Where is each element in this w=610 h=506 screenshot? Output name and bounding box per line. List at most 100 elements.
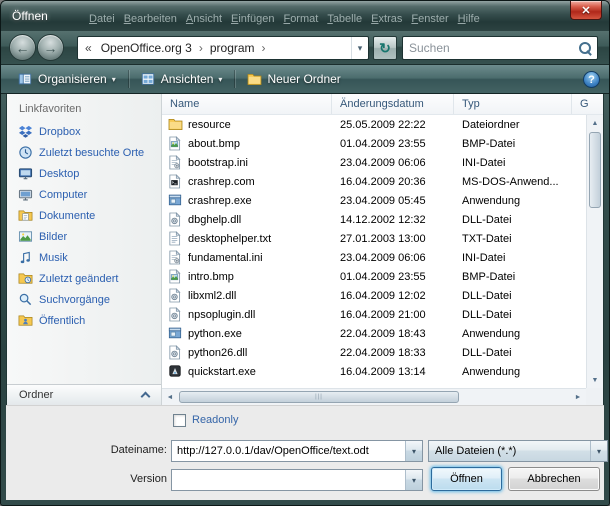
forward-button[interactable] (37, 34, 64, 61)
organize-button[interactable]: Organisieren (9, 68, 125, 91)
breadcrumb-separator-icon[interactable] (259, 41, 269, 55)
filename-label: Dateiname: (64, 444, 167, 456)
file-row-npsoplugin-dll[interactable]: npsoplugin.dll16.04.2009 21:00DLL-Datei (162, 305, 586, 324)
folders-expander[interactable]: Ordner (7, 384, 161, 405)
sidebar-item-zuletzt-ge-ndert[interactable]: Zuletzt geändert (7, 268, 161, 289)
refresh-button[interactable] (373, 36, 397, 60)
app-icon (168, 326, 183, 341)
vertical-scroll-thumb[interactable] (589, 132, 601, 208)
readonly-checkbox[interactable] (173, 414, 186, 427)
column-header-name[interactable]: Name (162, 94, 332, 114)
file-row-resource[interactable]: resource25.05.2009 22:22Dateiordner (162, 115, 586, 134)
address-dropdown-button[interactable] (351, 37, 368, 59)
file-row-bootstrap-ini[interactable]: bootstrap.ini23.04.2009 06:06INI-Datei (162, 153, 586, 172)
background-menu-item-datei: Datei (89, 13, 115, 25)
file-row-about-bmp[interactable]: about.bmp01.04.2009 23:55BMP-Datei (162, 134, 586, 153)
column-header-size[interactable]: G (572, 94, 603, 114)
version-input[interactable] (172, 474, 405, 486)
file-row-quickstart-exe[interactable]: quickstart.exe16.04.2009 13:14Anwendung (162, 362, 586, 381)
breadcrumb-overflow-icon[interactable] (78, 41, 97, 55)
back-button[interactable] (9, 34, 36, 61)
file-name-cell: resource (162, 117, 332, 132)
file-row-crashrep-com[interactable]: crashrep.com 16.04.2009 20:36MS-DOS-Anwen… (162, 172, 586, 191)
close-button[interactable] (570, 1, 602, 20)
background-menu-item-fenster: Fenster (411, 13, 448, 25)
sidebar-item-zuletzt-besuchte-orte[interactable]: Zuletzt besuchte Orte (7, 142, 161, 163)
column-header-date[interactable]: Änderungsdatum (332, 94, 454, 114)
file-date: 16.04.2009 20:36 (332, 176, 454, 188)
cancel-button[interactable]: Abbrechen (508, 467, 600, 491)
new-folder-label: Neuer Ordner (267, 72, 340, 86)
open-button[interactable]: Öffnen (431, 467, 502, 491)
file-row-python-exe[interactable]: python.exe22.04.2009 18:43Anwendung (162, 324, 586, 343)
version-label: Version (64, 473, 167, 485)
scrollbar-corner (586, 388, 603, 405)
filename-dropdown-icon[interactable] (405, 441, 422, 461)
horizontal-scroll-thumb[interactable] (179, 391, 459, 403)
search-icon[interactable] (576, 39, 594, 57)
file-row-dbghelp-dll[interactable]: dbghelp.dll14.12.2002 12:32DLL-Datei (162, 210, 586, 229)
version-dropdown-icon[interactable] (405, 470, 422, 490)
sidebar-item-desktop[interactable]: Desktop (7, 163, 161, 184)
scroll-up-icon[interactable] (587, 115, 603, 131)
file-name-cell: fundamental.ini (162, 250, 332, 265)
file-type: MS-DOS-Anwend... (454, 176, 572, 188)
file-date: 27.01.2003 13:00 (332, 233, 454, 245)
sidebar-item-suchvorg-nge[interactable]: Suchvorgänge (7, 289, 161, 310)
column-header-type[interactable]: Typ (454, 94, 572, 114)
views-button[interactable]: Ansichten (132, 68, 232, 91)
vertical-scrollbar[interactable] (586, 115, 603, 388)
help-button[interactable] (583, 71, 600, 88)
file-row-intro-bmp[interactable]: intro.bmp01.04.2009 23:55BMP-Datei (162, 267, 586, 286)
file-name: desktophelper.txt (188, 233, 271, 245)
sidebar-item-ffentlich[interactable]: Öffentlich (7, 310, 161, 331)
scroll-right-icon[interactable] (570, 389, 586, 405)
file-row-crashrep-exe[interactable]: crashrep.exe23.04.2009 05:45Anwendung (162, 191, 586, 210)
file-row-desktophelper-txt[interactable]: desktophelper.txt27.01.2003 13:00TXT-Dat… (162, 229, 586, 248)
file-name: crashrep.exe (188, 195, 252, 207)
file-name: python26.dll (188, 347, 247, 359)
horizontal-scrollbar[interactable] (162, 388, 586, 405)
sidebar-item-musik[interactable]: Musik (7, 247, 161, 268)
file-name-cell: python.exe (162, 326, 332, 341)
version-combobox[interactable] (171, 469, 423, 491)
filename-combobox[interactable] (171, 440, 423, 462)
breadcrumb-item-program[interactable]: program (206, 41, 259, 55)
file-row-fundamental-ini[interactable]: fundamental.ini23.04.2009 06:06INI-Datei (162, 248, 586, 267)
favorites-list: DropboxZuletzt besuchte Orte Desktop Compu… (7, 121, 161, 331)
dos-icon (168, 174, 183, 189)
breadcrumb-separator-icon[interactable] (196, 41, 206, 55)
sidebar-item-label: Bilder (39, 231, 67, 243)
dll-icon (168, 345, 183, 360)
search-box[interactable] (402, 36, 598, 60)
ini-icon (168, 250, 183, 265)
background-menu-item-format: Format (283, 13, 318, 25)
address-bar[interactable]: OpenOffice.org 3 program (77, 36, 369, 60)
file-row-python26-dll[interactable]: python26.dll22.04.2009 18:33DLL-Datei (162, 343, 586, 362)
filetype-dropdown[interactable]: Alle Dateien (*.*) (428, 440, 608, 462)
image-icon (168, 269, 183, 284)
sidebar-item-label: Desktop (39, 168, 79, 180)
new-folder-button[interactable]: Neuer Ordner (238, 68, 349, 91)
search-input[interactable] (403, 41, 576, 55)
file-name: crashrep.com (188, 176, 255, 188)
scroll-left-icon[interactable] (162, 389, 178, 405)
file-name: quickstart.exe (188, 366, 256, 378)
sidebar-item-computer[interactable]: Computer (7, 184, 161, 205)
file-type: Dateiordner (454, 119, 572, 131)
file-row-libxml2-dll[interactable]: libxml2.dll16.04.2009 12:02DLL-Datei (162, 286, 586, 305)
file-type: DLL-Datei (454, 309, 572, 321)
file-name-cell: crashrep.exe (162, 193, 332, 208)
file-type: INI-Datei (454, 252, 572, 264)
sidebar-item-dropbox[interactable]: Dropbox (7, 121, 161, 142)
scroll-grip-icon (315, 394, 323, 400)
computer-icon (18, 187, 33, 202)
sidebar-item-bilder[interactable]: Bilder (7, 226, 161, 247)
file-name: intro.bmp (188, 271, 234, 283)
title-bar[interactable]: Öffnen DateiBearbeitenAnsichtEinfügenFor… (1, 1, 609, 31)
sidebar-item-dokumente[interactable]: Dokumente (7, 205, 161, 226)
breadcrumb-item-openoffice[interactable]: OpenOffice.org 3 (97, 41, 196, 55)
file-date: 01.04.2009 23:55 (332, 271, 454, 283)
filename-input[interactable] (172, 445, 405, 457)
scroll-down-icon[interactable] (587, 372, 603, 388)
